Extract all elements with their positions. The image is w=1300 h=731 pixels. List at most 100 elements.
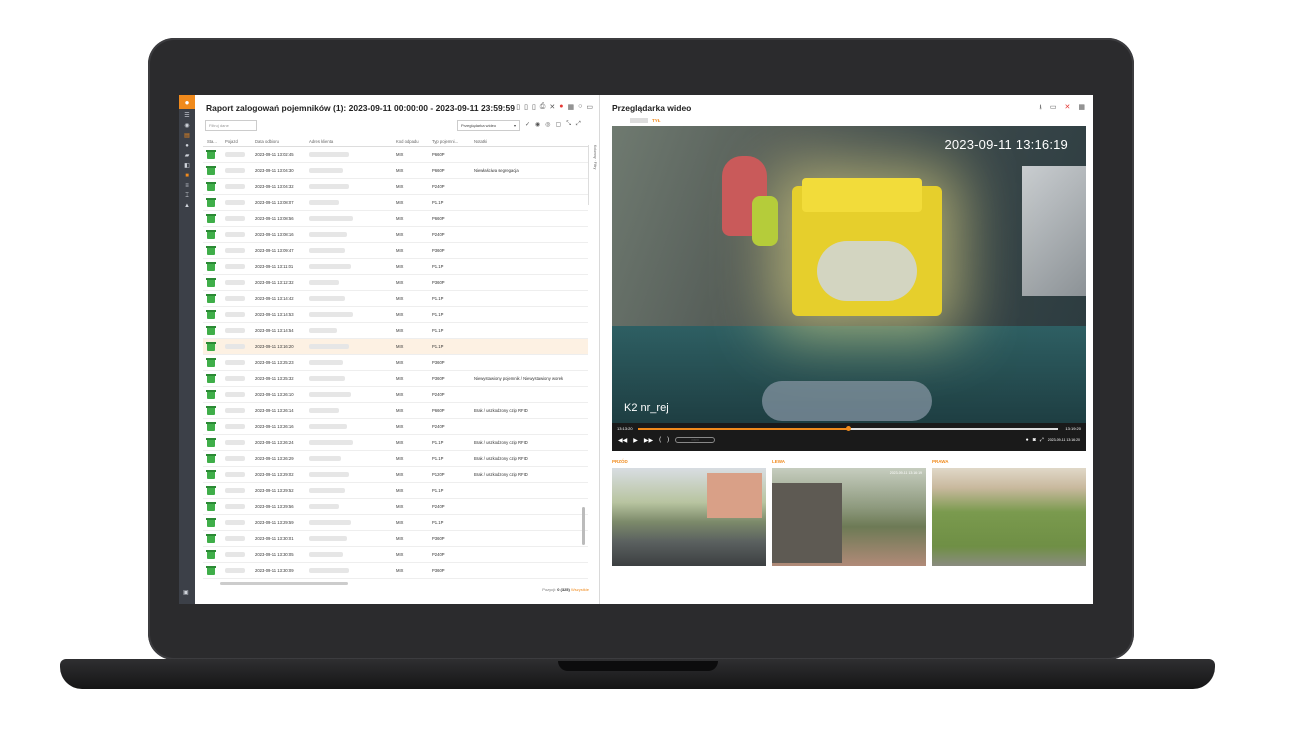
table-row[interactable]: 2023-09-11 13:26:14 MIX P660P Brak / uszkod… [203,403,588,419]
table-row[interactable]: 2023-09-11 13:29:02 MIX P120P Brak / uszkod… [203,467,588,483]
download-icon[interactable]: ⭳ [1039,103,1041,114]
play-icon[interactable]: ▶ [633,437,638,444]
table-row[interactable]: 2023-09-11 13:04:32 MIX P240P [203,179,588,195]
eye-off-icon[interactable]: ◎ [545,121,550,128]
progress-knob[interactable] [846,426,851,431]
blurred-value [225,215,245,221]
type-cell: P660P [432,152,445,157]
col-waste-code[interactable]: Kod odpadu [396,139,432,144]
fullscreen-icon[interactable]: ⤢ [576,121,581,128]
table-row[interactable]: 2023-09-11 13:29:52 MIX P1.1P [203,483,588,499]
info-icon[interactable]: ● [183,143,191,149]
check-icon[interactable]: ✓ [525,121,530,128]
circle-icon[interactable]: ○ [578,103,582,111]
tab-filters[interactable]: Filtry [593,162,597,170]
blurred-value [225,567,245,573]
filter-input[interactable]: Filtruj dane [205,120,257,131]
thumb-left[interactable]: LEWA 2023-09-11 13:16:19 [772,459,926,567]
tab-columns[interactable]: Kolumny [593,145,597,159]
table-row[interactable]: 2023-09-11 13:26:29 MIX P1.1P Brak / uszkod… [203,451,588,467]
logo-icon[interactable]: ● [179,95,195,109]
table-row[interactable]: 2023-09-11 13:16:20 MIX P1.1P [203,339,588,355]
user-icon[interactable]: ▲ [183,203,191,209]
table-row[interactable]: 2023-09-11 13:12:32 MIX P360P [203,275,588,291]
table-row[interactable]: 2023-09-11 13:30:05 MIX P240P [203,547,588,563]
col-container-type[interactable]: Typ pojemni... [432,139,474,144]
columns-icon[interactable]: ▢ [556,121,562,128]
table-row[interactable]: 2023-09-11 13:11:01 MIX P1.1P [203,259,588,275]
thumb-front[interactable]: PRZÓD [612,459,766,567]
table-row[interactable]: 2023-09-11 13:04:30 MIX P660P Niewłaściwa s… [203,163,588,179]
record-icon[interactable]: ● [559,103,563,111]
fullscreen-icon[interactable]: ⤢ [1040,437,1044,443]
table-row[interactable]: 2023-09-11 13:29:59 MIX P1.1P [203,515,588,531]
vertical-scrollbar[interactable] [582,507,585,545]
speed-slider[interactable]: ◦◦◦◦◦◦ [675,437,716,443]
vehicle-cell [225,567,255,574]
table-row[interactable]: 2023-09-11 13:30:01 MIX P360P [203,531,588,547]
expand-icon[interactable]: ✕ [549,103,555,111]
table-row[interactable]: 2023-09-11 13:08:07 MIX P1.1P [203,195,588,211]
forward-icon[interactable]: ▶▶ [644,437,653,444]
table-row[interactable]: 2023-09-11 13:14:42 MIX P1.1P [203,291,588,307]
bracket-close-icon[interactable]: ) [667,437,669,444]
view-select[interactable]: Przeglądarka wideo ▾ [457,120,520,131]
close-icon[interactable]: ✕ [1065,103,1071,114]
print-icon[interactable]: ⎙ [540,103,546,111]
col-notes[interactable]: Notatki [474,139,588,144]
document-icon[interactable]: ▤ [183,133,191,139]
menu-icon[interactable]: ≡ [183,183,191,189]
window-icon[interactable]: ▭ [586,103,593,111]
main-video[interactable]: 2023-09-11 13:16:19 K2 nr_rej [612,126,1086,423]
shrink-icon[interactable]: ⤡ [566,121,571,128]
horizontal-scrollbar[interactable] [220,582,348,585]
export-csv-icon[interactable]: ▯ [532,103,536,111]
truck-icon[interactable]: ▰ [183,153,191,159]
table-row[interactable]: 2023-09-11 13:30:09 MIX P360P [203,563,588,579]
download-icon[interactable]: ● [1026,437,1029,443]
address-cell [309,551,396,558]
col-status[interactable]: Sta... [203,139,225,144]
table-row[interactable]: 2023-09-11 13:26:16 MIX P240P [203,419,588,435]
address-cell [309,439,396,446]
type-cell: P360P [432,360,445,365]
rewind-icon[interactable]: ◀◀ [618,437,627,444]
status-cell [203,245,225,256]
layers-icon[interactable]: ◧ [183,163,191,169]
code-cell: MIX [396,184,404,189]
table-row[interactable]: 2023-09-11 13:14:53 MIX P1.1P [203,307,588,323]
table-row[interactable]: 2023-09-11 13:29:56 MIX P240P [203,499,588,515]
col-date[interactable]: Data odbioru [255,139,309,144]
list-icon[interactable]: ☰ [183,113,191,119]
pager-all-link[interactable]: Wszystkie [571,587,589,592]
pager-count: 0 (325) [557,587,570,592]
settings-icon[interactable]: ▣ [183,589,189,596]
table-row[interactable]: 2023-09-11 13:14:54 MIX P1.1P [203,323,588,339]
table-row[interactable]: 2023-09-11 13:25:32 MIX P360P Niewystawiony… [203,371,588,387]
window-icon[interactable]: ▭ [1050,103,1057,114]
export-xls-icon[interactable]: ▯ [524,103,528,111]
map-icon[interactable]: ▦ [1078,103,1085,114]
table-row[interactable]: 2023-09-11 13:25:23 MIX P360P [203,355,588,371]
date-cell: 2023-09-11 13:12:32 [255,280,294,285]
thumb-left-image: 2023-09-11 13:16:19 [772,468,926,566]
globe-icon[interactable]: ◉ [183,123,191,129]
map-icon[interactable]: ▦ [568,103,575,111]
table-row[interactable]: 2023-09-11 13:08:56 MIX P660P [203,211,588,227]
bracket-open-icon[interactable]: ( [659,437,661,444]
table-row[interactable]: 2023-09-11 13:09:47 MIX P360P [203,243,588,259]
type-cell: P360P [432,248,445,253]
table-row[interactable]: 2023-09-11 13:26:24 MIX P1.1P Brak / uszkod… [203,435,588,451]
thumb-right[interactable]: PRAWA [932,459,1086,567]
export-pdf-icon[interactable]: ▯ [516,103,520,111]
snapshot-icon[interactable]: ◙ [1033,437,1036,443]
table-row[interactable]: 2023-09-11 13:02:45 MIX P660P [203,147,588,163]
table-row[interactable]: 2023-09-11 13:08:16 MIX P240P [203,227,588,243]
col-vehicle[interactable]: Pojazd [225,139,255,144]
eye-icon[interactable]: ◉ [535,121,540,128]
col-address[interactable]: Adres klienta [309,139,396,144]
filter-icon[interactable]: ⌶ [183,193,191,199]
address-cell [309,503,396,510]
camera-icon[interactable]: ■ [183,173,191,179]
table-row[interactable]: 2023-09-11 13:26:10 MIX P240P [203,387,588,403]
